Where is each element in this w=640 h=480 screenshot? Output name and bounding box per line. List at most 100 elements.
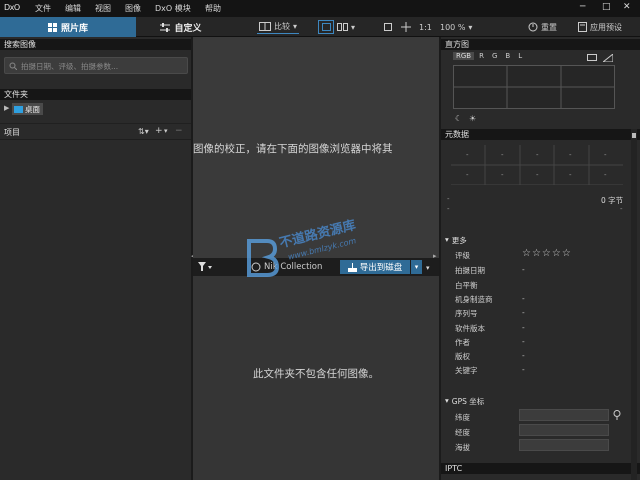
field-serial-label: 序列号 <box>455 309 478 318</box>
channel-g[interactable]: G <box>489 52 500 60</box>
sliders-icon <box>160 22 171 32</box>
reset-icon <box>528 22 538 32</box>
nik-collection-button[interactable]: Nik Collection <box>251 260 322 274</box>
field-capture-date-label: 拍摄日期 <box>455 266 485 275</box>
grid-icon <box>47 22 57 32</box>
filter-icon[interactable] <box>198 262 212 272</box>
chevron-down-icon: ▾ <box>351 22 356 32</box>
field-serial-value: - <box>522 308 525 317</box>
crop-button[interactable] <box>383 20 393 34</box>
tab-customize-label: 自定义 <box>174 23 202 34</box>
crop-icon <box>384 23 392 31</box>
desktop-icon <box>14 105 23 113</box>
meta-dimensions: - <box>620 205 623 213</box>
more-options-icon[interactable]: ▾ <box>426 264 430 272</box>
collapse-right-icon[interactable]: ▸ <box>433 252 437 260</box>
right-scrollbar[interactable] <box>631 129 637 480</box>
reset-label: 重置 <box>541 22 557 32</box>
chevron-down-icon: ▾ <box>445 396 449 405</box>
export-to-disk-button[interactable]: 导出到磁盘 <box>340 260 410 274</box>
channel-l[interactable]: L <box>515 52 525 60</box>
menu-edit[interactable]: 编辑 <box>65 3 81 14</box>
field-author-value: - <box>522 337 525 346</box>
close-button[interactable]: ✕ <box>623 2 631 12</box>
remove-project-button[interactable]: − <box>175 126 183 136</box>
gps-altitude-label: 海拔 <box>455 443 470 452</box>
projects-label: 项目 <box>4 128 20 137</box>
empty-folder-text: 此文件夹不包含任何图像。 <box>253 368 379 380</box>
more-section-toggle[interactable]: ▾ 更多 <box>445 235 467 246</box>
scrollbar-thumb[interactable] <box>632 133 636 138</box>
gps-latitude-input[interactable] <box>519 409 609 421</box>
channel-rgb[interactable]: RGB <box>453 52 475 60</box>
reset-button[interactable]: 重置 <box>528 20 557 34</box>
export-label: 导出到磁盘 <box>359 263 403 273</box>
channel-r[interactable]: R <box>476 52 487 60</box>
moon-icon[interactable]: ☾ <box>455 114 462 123</box>
field-copyright-value: - <box>522 351 525 360</box>
channel-b[interactable]: B <box>502 52 513 60</box>
sun-icon[interactable]: ☀ <box>469 114 476 123</box>
apply-preset-button[interactable]: 应用预设 <box>578 20 622 34</box>
meta-path: - <box>447 205 450 213</box>
clip-warning-icon[interactable] <box>603 54 613 62</box>
menu-view[interactable]: 视图 <box>95 3 111 14</box>
histogram-channels: RGB R G B L <box>453 52 525 60</box>
watermark-text: 不道路资源库 <box>277 218 358 252</box>
field-software-value: - <box>522 323 525 332</box>
field-keywords-label: 关键字 <box>455 366 478 375</box>
rating-stars[interactable]: ☆☆☆☆☆ <box>522 248 572 259</box>
filmstrip-toolbar: Nik Collection 导出到磁盘 ▾ ▾ <box>193 258 439 276</box>
compare-icon <box>259 22 271 31</box>
compare-button[interactable]: 比较 ▾ <box>257 20 300 34</box>
zoom-value: 100 % <box>440 22 466 32</box>
chevron-down-icon: ▾ <box>468 22 473 32</box>
compare-label: 比较 <box>274 22 290 31</box>
field-camera-maker-label: 机身制造商 <box>455 295 493 304</box>
folder-expand-icon[interactable]: ▶ <box>4 104 9 112</box>
move-button[interactable] <box>401 20 411 34</box>
single-view-button[interactable] <box>318 20 334 34</box>
gps-longitude-input[interactable] <box>519 424 609 436</box>
gps-altitude-input[interactable] <box>519 439 609 451</box>
maximize-button[interactable]: □ <box>602 2 611 12</box>
minimize-button[interactable]: ─ <box>580 2 585 12</box>
folder-desktop-label: 桌面 <box>25 104 40 114</box>
right-panel: 直方图 RGB R G B L ☾ ☀ 元数据 - - - - - - - - … <box>441 37 640 480</box>
meta-cell: - <box>569 171 572 179</box>
search-input[interactable]: 拍摄日期、评级、拍摄参数... <box>4 57 188 74</box>
tab-customize[interactable]: 自定义 <box>136 17 226 37</box>
folders-header: 文件夹 <box>0 89 191 100</box>
menu-help[interactable]: 帮助 <box>205 3 221 14</box>
meta-cell: - <box>604 171 607 179</box>
monitor-icon[interactable] <box>587 54 597 62</box>
sort-icon[interactable]: ⇅▾ <box>138 127 149 136</box>
map-pin-icon[interactable] <box>613 410 622 420</box>
chevron-down-icon: ▾ <box>293 22 298 31</box>
nik-collection-label: Nik Collection <box>264 262 323 272</box>
zoom-ratio-button[interactable]: 1:1 <box>419 20 432 34</box>
menu-dxo-modules[interactable]: DxO 模块 <box>155 3 191 14</box>
zoom-select[interactable]: 100 % ▾ <box>440 20 472 34</box>
gps-label: GPS 坐标 <box>451 397 485 406</box>
gps-section-toggle[interactable]: ▾ GPS 坐标 <box>445 396 484 407</box>
add-project-button[interactable]: + <box>155 126 163 136</box>
search-placeholder: 拍摄日期、评级、拍摄参数... <box>21 62 119 71</box>
tab-photo-library-label: 照片库 <box>60 23 88 34</box>
gps-latitude-label: 纬度 <box>455 413 470 422</box>
field-camera-maker-value: - <box>522 294 525 303</box>
menu-image[interactable]: 图像 <box>125 3 141 14</box>
search-icon <box>9 62 17 70</box>
export-dropdown-button[interactable]: ▾ <box>411 260 422 274</box>
tab-photo-library[interactable]: 照片库 <box>0 17 136 37</box>
metadata-header: 元数据 <box>441 129 640 140</box>
folder-desktop[interactable]: 桌面 <box>12 103 43 115</box>
app-logo: DxO <box>4 3 20 12</box>
iptc-header: IPTC <box>441 463 640 474</box>
nik-icon <box>251 262 261 272</box>
meta-cell: - <box>604 151 607 159</box>
split-view-button[interactable]: ▾ <box>337 20 355 34</box>
meta-filename: - <box>447 195 450 203</box>
menu-file[interactable]: 文件 <box>35 3 51 14</box>
meta-cell: - <box>501 151 504 159</box>
